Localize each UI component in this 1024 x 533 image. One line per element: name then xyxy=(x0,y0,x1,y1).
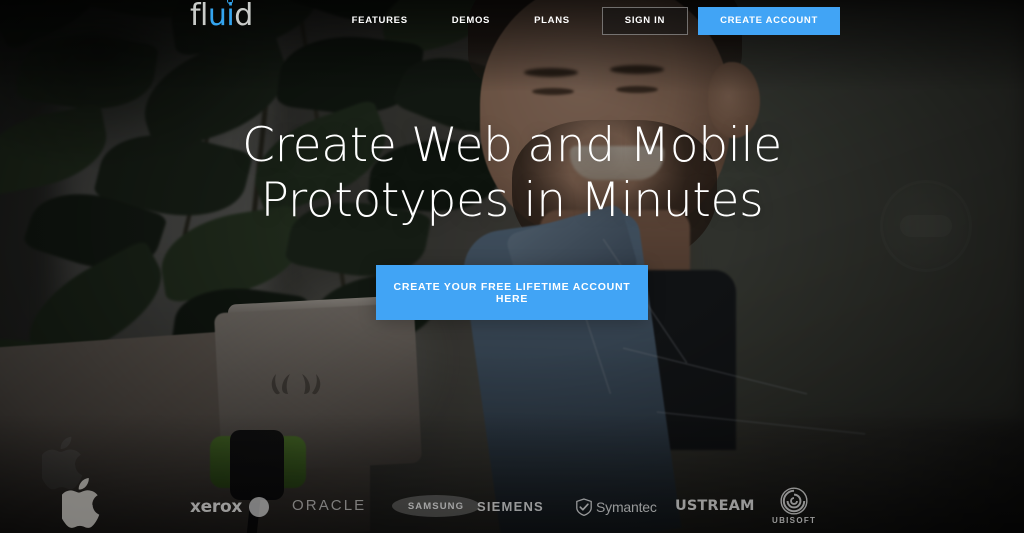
person-ear xyxy=(708,62,760,138)
client-samsung-label: SAMSUNG xyxy=(407,500,465,512)
client-xerox-label: xerox xyxy=(190,497,243,517)
client-ubisoft-label: UBISOFT xyxy=(772,516,817,525)
person-brow-right xyxy=(610,65,664,74)
huawei-logo-icon xyxy=(268,370,324,396)
nav-item-plans[interactable]: PLANS xyxy=(512,11,592,31)
logo-text-u: u xyxy=(207,0,227,33)
client-samsung: SAMSUNG xyxy=(392,495,480,517)
primary-cta-button[interactable]: CREATE YOUR FREE LIFETIME ACCOUNT HERE xyxy=(376,265,648,320)
client-siemens-label: SIEMENS xyxy=(477,499,544,514)
logo-i-wrapper: i xyxy=(226,0,235,33)
apple-logo-icon xyxy=(62,477,106,531)
symantec-check-icon xyxy=(576,498,592,516)
person-brow-left xyxy=(524,68,578,77)
logo-text-i: i xyxy=(226,0,235,33)
client-oracle: ORACLE xyxy=(292,497,366,514)
xerox-sphere-icon xyxy=(249,497,270,517)
person-smile xyxy=(570,146,664,180)
ubisoft-swirl-icon xyxy=(780,487,808,515)
create-account-button[interactable]: CREATE ACCOUNT xyxy=(698,7,840,35)
logo-text-d: d xyxy=(234,0,253,33)
client-apple xyxy=(62,477,106,531)
client-ubisoft: UBISOFT xyxy=(772,487,816,525)
client-xerox: xerox xyxy=(190,497,270,517)
main-navigation: FEATURES DEMOS PLANS SIGN IN CREATE ACCO… xyxy=(330,7,840,35)
person-eye-left xyxy=(532,88,574,95)
client-ustream: USTREAM xyxy=(675,498,755,514)
samsung-oval-icon: SAMSUNG xyxy=(392,495,480,517)
person-eye-right xyxy=(616,86,658,93)
nav-item-features[interactable]: FEATURES xyxy=(330,11,430,31)
client-oracle-label: ORACLE xyxy=(292,497,367,514)
nav-item-demos[interactable]: DEMOS xyxy=(430,11,512,31)
client-siemens: SIEMENS xyxy=(477,499,544,514)
fluid-logo[interactable]: flui d xyxy=(190,0,253,33)
client-symantec-label: Symantec xyxy=(596,499,657,515)
sign-in-button[interactable]: SIGN IN xyxy=(601,7,689,35)
client-ustream-label: USTREAM xyxy=(675,498,755,514)
client-symantec: Symantec xyxy=(576,498,657,516)
client-logo-strip: xerox ORACLE SAMSUNG SIEMENS Symantec US… xyxy=(0,473,1024,528)
logo-text-fl: fl xyxy=(190,0,208,33)
site-header: flui d FEATURES DEMOS PLANS SIGN IN CREAT… xyxy=(0,0,1024,36)
landing-page: flui d FEATURES DEMOS PLANS SIGN IN CREAT… xyxy=(0,0,1024,533)
